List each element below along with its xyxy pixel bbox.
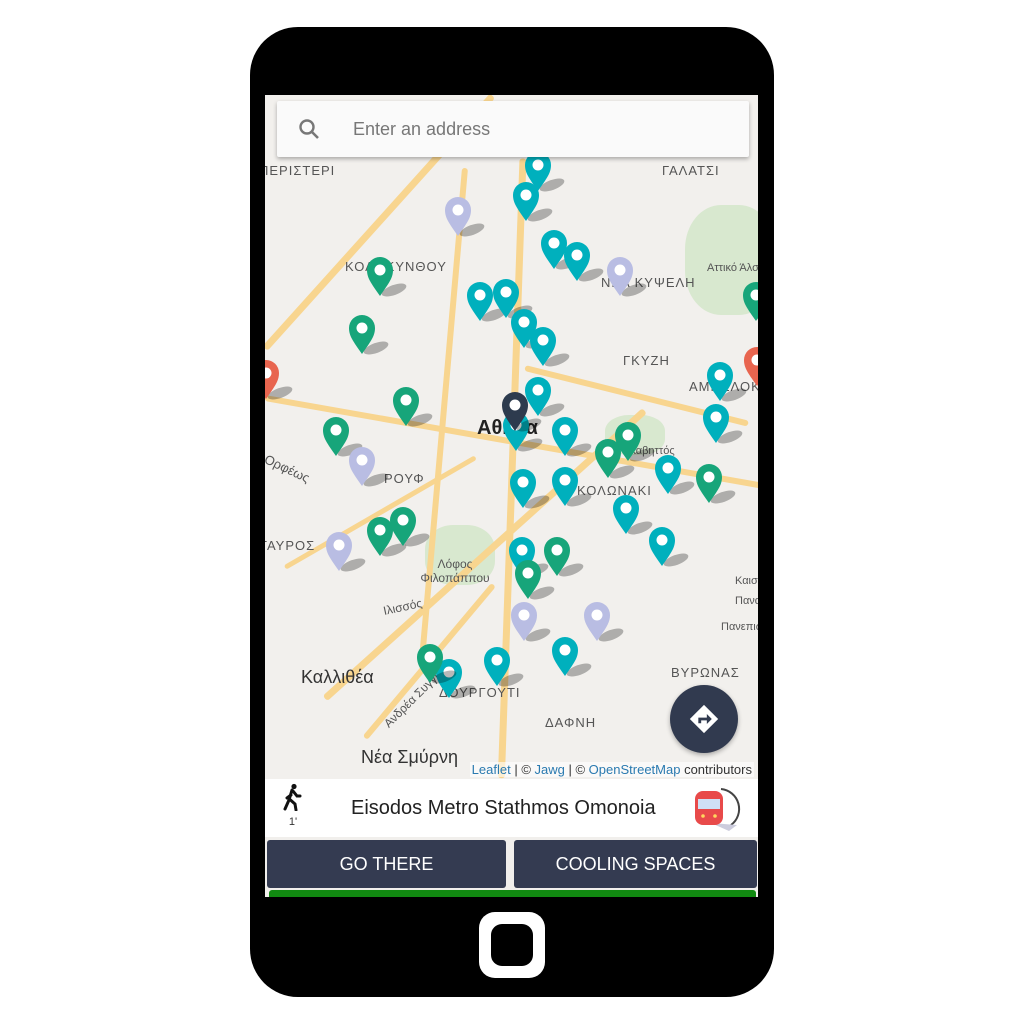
destination-name: Eisodos Metro Stathmos Omonoia — [351, 797, 656, 819]
red-map-marker[interactable] — [743, 346, 758, 386]
green-map-marker[interactable] — [348, 314, 389, 355]
lavender-map-marker[interactable] — [444, 196, 485, 237]
teal-map-marker[interactable] — [612, 494, 653, 535]
map-label: ΔΑΦΝΗ — [545, 715, 597, 730]
leaflet-link[interactable]: Leaflet — [472, 762, 511, 777]
green-map-marker[interactable] — [742, 281, 758, 322]
directions-button[interactable] — [670, 685, 738, 753]
green-map-marker[interactable] — [322, 416, 363, 457]
teal-map-marker[interactable] — [512, 181, 553, 222]
map-label: ΠΕΡΙΣΤΕΡΙ — [265, 163, 336, 178]
destination-info-panel: 1' Eisodos Metro Stathmos Omonoia — [265, 779, 758, 837]
green-map-marker[interactable] — [514, 559, 555, 600]
map[interactable]: ΠΕΡΙΣΤΕΡΙ ΓΑΛΑΤΣΙ ΚΟΛΟΚΥΝΘΟΥ Αττικό Άλσο… — [265, 95, 758, 779]
attribution-separator: | © — [510, 762, 535, 777]
green-map-marker[interactable] — [614, 421, 655, 462]
teal-map-marker[interactable] — [706, 361, 747, 402]
teal-map-marker[interactable] — [483, 646, 524, 687]
teal-map-marker[interactable] — [551, 416, 592, 457]
attribution-separator: | © — [564, 762, 589, 777]
map-label: Αττικό Άλσος — [707, 262, 758, 274]
lavender-map-marker[interactable] — [583, 601, 624, 642]
map-label: Καλλιθέα — [301, 667, 374, 687]
metro-icon — [695, 788, 741, 831]
walking-icon — [283, 783, 302, 812]
selected-map-marker[interactable] — [501, 391, 542, 432]
go-there-button[interactable]: GO THERE — [267, 840, 506, 888]
directions-icon — [689, 704, 719, 734]
map-attribution: Leaflet | © Jawg | © OpenStreetMap contr… — [469, 762, 754, 777]
green-map-marker[interactable] — [695, 463, 736, 504]
teal-map-marker[interactable] — [702, 403, 743, 444]
map-label: ΓΑΛΑΤΣΙ — [662, 163, 720, 178]
map-label: ΓΚΥΖΗ — [623, 353, 670, 368]
jawg-link[interactable]: Jawg — [535, 762, 565, 777]
map-label: Καισαριανή — [735, 575, 758, 587]
map-label: Παναγία — [735, 595, 758, 607]
status-bar — [269, 890, 756, 897]
search-icon — [299, 119, 319, 139]
walk-time-value: 1' — [288, 816, 298, 828]
map-label: Νέα Σμύρνη — [361, 747, 459, 767]
address-input[interactable] — [353, 115, 733, 143]
teal-map-marker[interactable] — [563, 241, 604, 282]
green-map-marker[interactable] — [366, 256, 407, 297]
teal-map-marker[interactable] — [466, 281, 507, 322]
green-map-marker[interactable] — [389, 506, 430, 547]
address-search-bar[interactable] — [277, 101, 749, 157]
green-map-marker[interactable] — [416, 643, 457, 684]
lavender-map-marker[interactable] — [510, 601, 551, 642]
walk-time: 1' — [281, 783, 305, 828]
teal-map-marker[interactable] — [509, 468, 550, 509]
teal-map-marker[interactable] — [551, 466, 592, 507]
map-label: Ορφέως — [265, 451, 313, 486]
map-label: ΤΑΥΡΟΣ — [265, 538, 316, 553]
map-label: Λόφος Φιλοπάππου — [420, 557, 490, 585]
red-map-marker[interactable] — [265, 359, 293, 400]
map-label: ΒΥΡΩΝΑΣ — [671, 665, 740, 680]
lavender-map-marker[interactable] — [606, 256, 647, 297]
home-button[interactable] — [479, 912, 545, 978]
teal-map-marker[interactable] — [648, 526, 689, 567]
lavender-map-marker[interactable] — [325, 531, 366, 572]
attribution-suffix: contributors — [680, 762, 752, 777]
app-screen: ΠΕΡΙΣΤΕΡΙ ΓΑΛΑΤΣΙ ΚΟΛΟΚΥΝΘΟΥ Αττικό Άλσο… — [265, 95, 758, 897]
osm-link[interactable]: OpenStreetMap — [589, 762, 681, 777]
green-map-marker[interactable] — [392, 386, 433, 427]
teal-map-marker[interactable] — [529, 326, 570, 367]
lavender-map-marker[interactable] — [348, 446, 389, 487]
cooling-spaces-button[interactable]: COOLING SPACES — [514, 840, 757, 888]
map-label: Πανεπιστ. — [721, 621, 758, 633]
